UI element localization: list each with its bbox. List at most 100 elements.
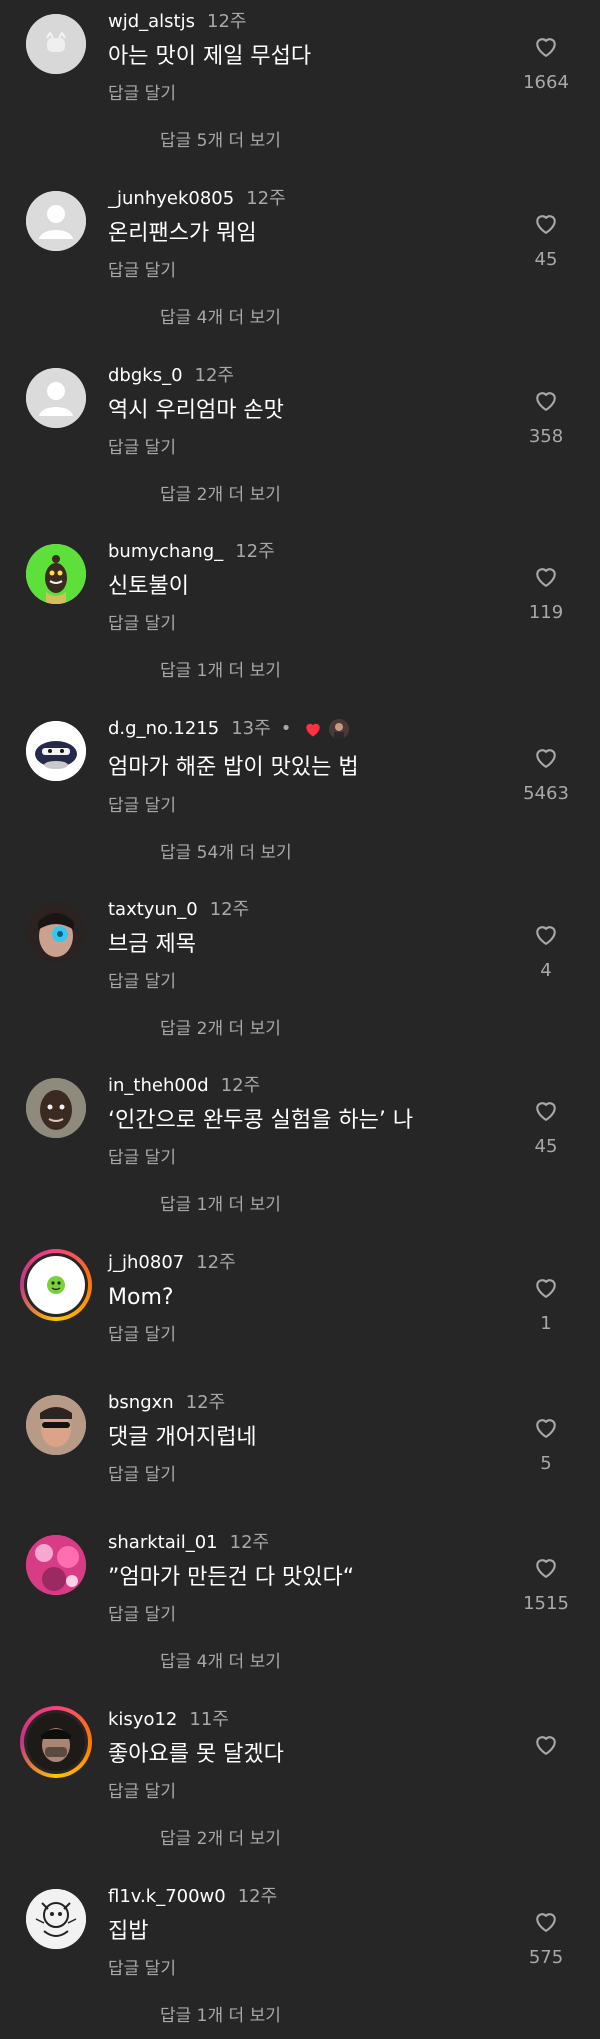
heart-icon (536, 215, 556, 234)
avatar[interactable] (26, 1078, 86, 1138)
heart-icon (536, 1736, 556, 1755)
comment-username[interactable]: sharktail_01 (108, 1531, 218, 1555)
comment-text: Mom? (108, 1285, 174, 1310)
avatar[interactable] (26, 191, 86, 251)
like-button[interactable]: 575 (510, 1907, 582, 1969)
comment-username[interactable]: j_jh0807 (108, 1251, 184, 1275)
view-replies-button[interactable]: 답글 4개 더 보기 (160, 1651, 281, 1673)
reply-button[interactable]: 답글 달기 (108, 83, 176, 105)
comment-username[interactable]: fl1v.k_700w0 (108, 1885, 226, 1909)
comment-text: 온리팬스가 뭐임 (108, 221, 257, 246)
like-button[interactable] (510, 1730, 582, 1770)
like-count: 1664 (523, 72, 569, 93)
avatar[interactable] (26, 1395, 86, 1455)
like-button[interactable]: 1515 (510, 1553, 582, 1615)
comment-text: 역시 우리엄마 손맛 (108, 398, 284, 423)
like-button[interactable]: 119 (510, 562, 582, 624)
comment-username[interactable]: dbgks_0 (108, 364, 183, 388)
comment-text: 브금 제목 (108, 932, 196, 957)
heart-icon (536, 1102, 556, 1121)
view-replies-button[interactable]: 답글 1개 더 보기 (160, 2005, 281, 2027)
like-count: 358 (528, 426, 564, 447)
comment-text: 아는 맛이 제일 무섭다 (108, 44, 312, 69)
like-button[interactable]: 45 (510, 1096, 582, 1158)
comment-time: 12주 (246, 188, 286, 209)
comment-time: 12주 (220, 1075, 261, 1096)
like-button[interactable]: 5463 (510, 743, 582, 805)
view-replies-button[interactable]: 답글 2개 더 보기 (160, 1018, 281, 1040)
like-count: 45 (534, 249, 558, 270)
heart-icon (536, 1419, 556, 1438)
reply-button[interactable]: 답글 달기 (108, 1781, 176, 1803)
avatar[interactable] (26, 368, 86, 428)
comment-time: 12주 (237, 1886, 278, 1907)
comment-time: 12주 (229, 1532, 270, 1553)
reply-button[interactable]: 답글 달기 (108, 971, 176, 993)
comment-text: ”엄마가 만든건 다 맛있다“ (108, 1565, 355, 1590)
reply-button[interactable]: 답글 달기 (108, 260, 176, 282)
like-count: 5 (540, 1453, 552, 1474)
avatar[interactable] (20, 1249, 92, 1321)
comment-username[interactable]: taxtyun_0 (108, 898, 198, 922)
comment-time: 12주 (196, 1252, 236, 1273)
avatar[interactable] (26, 1889, 86, 1949)
heart-icon (536, 568, 556, 587)
comment-username[interactable]: wjd_alstjs (108, 10, 195, 34)
reply-button[interactable]: 답글 달기 (108, 795, 176, 817)
like-count: 45 (534, 1136, 558, 1157)
like-button[interactable]: 4 (510, 920, 582, 982)
comments-list: wjd_alstjs 12주 아는 맛이 제일 무섭다 답글 달기 1664 답… (0, 0, 600, 2039)
view-replies-button[interactable]: 답글 1개 더 보기 (160, 660, 281, 682)
heart-icon (536, 1559, 556, 1578)
comment-time: 12주 (235, 541, 275, 562)
like-count: 5463 (523, 783, 569, 804)
comment-text: 좋아요를 못 달겠다 (108, 1742, 284, 1767)
heart-icon (536, 392, 556, 411)
comment-time: 12주 (194, 365, 234, 386)
comment-time: 11주 (189, 1709, 229, 1730)
comment-time: 12주 (207, 11, 247, 32)
like-count: 1 (540, 1313, 552, 1334)
reply-button[interactable]: 답글 달기 (108, 1958, 176, 1980)
like-count: 119 (528, 602, 564, 623)
reply-button[interactable]: 답글 달기 (108, 613, 176, 635)
comment-username[interactable]: kisyo12 (108, 1708, 177, 1732)
like-button[interactable]: 358 (510, 386, 582, 448)
avatar[interactable] (26, 544, 86, 604)
like-button[interactable]: 45 (510, 209, 582, 271)
like-button[interactable]: 1 (510, 1273, 582, 1335)
author-avatar (329, 719, 350, 739)
comment-text: 집밥 (108, 1919, 149, 1944)
comment-time: 13주 (231, 718, 271, 739)
avatar[interactable] (20, 1706, 92, 1778)
view-replies-button[interactable]: 답글 5개 더 보기 (160, 130, 281, 152)
avatar[interactable] (26, 1535, 86, 1595)
reply-button[interactable]: 답글 달기 (108, 1604, 176, 1626)
heart-icon (536, 38, 556, 57)
heart-icon (536, 1279, 556, 1298)
avatar[interactable] (26, 902, 86, 962)
view-replies-button[interactable]: 답글 2개 더 보기 (160, 484, 281, 506)
reply-button[interactable]: 답글 달기 (108, 1147, 176, 1169)
comment-username[interactable]: in_theh00d (108, 1074, 209, 1098)
view-replies-button[interactable]: 답글 2개 더 보기 (160, 1828, 281, 1850)
author-liked-heart-icon (303, 719, 323, 739)
like-button[interactable]: 1664 (510, 32, 582, 94)
reply-button[interactable]: 답글 달기 (108, 1324, 176, 1346)
comment-username[interactable]: d.g_no.1215 (108, 717, 219, 741)
comment-username[interactable]: _junhyek0805 (108, 187, 234, 211)
view-replies-button[interactable]: 답글 54개 더 보기 (160, 842, 292, 864)
avatar[interactable] (26, 721, 86, 781)
reply-button[interactable]: 답글 달기 (108, 1464, 176, 1486)
view-replies-button[interactable]: 답글 4개 더 보기 (160, 307, 281, 329)
like-button[interactable]: 5 (510, 1413, 582, 1475)
comment-text: ‘인간으로 완두콩 실험을 하는’ 나 (108, 1108, 414, 1133)
like-count: 575 (528, 1947, 564, 1968)
avatar[interactable] (26, 14, 86, 74)
comment-username[interactable]: bumychang_ (108, 540, 223, 564)
reply-button[interactable]: 답글 달기 (108, 437, 176, 459)
view-replies-button[interactable]: 답글 1개 더 보기 (160, 1194, 281, 1216)
comment-time: 12주 (209, 899, 250, 920)
comment-username[interactable]: bsngxn (108, 1391, 174, 1415)
comment-time: 12주 (185, 1392, 226, 1413)
